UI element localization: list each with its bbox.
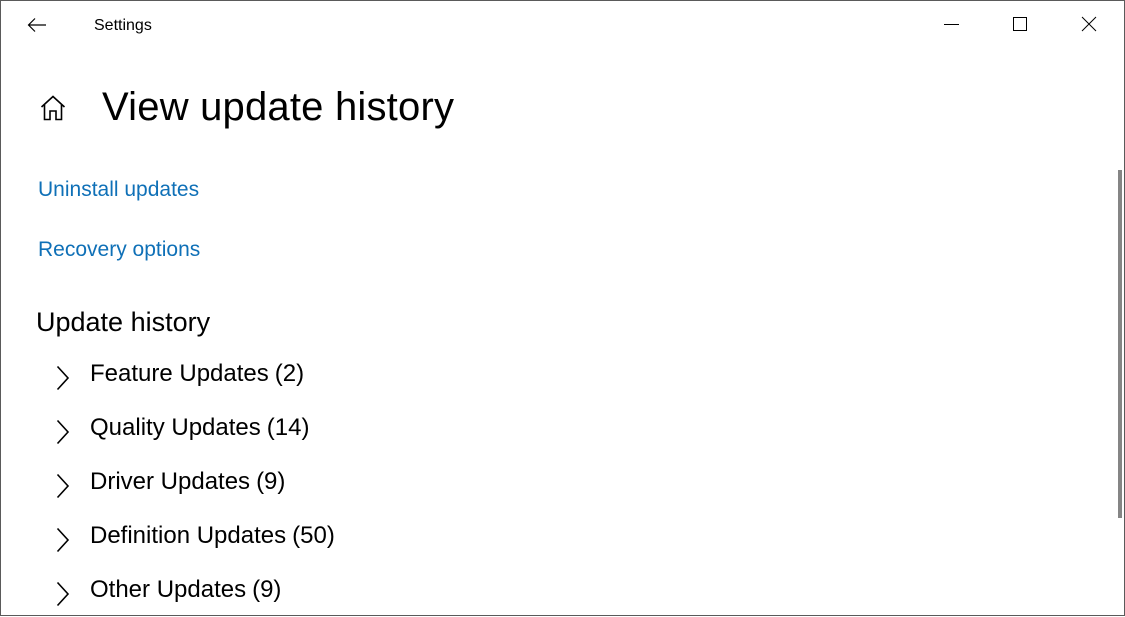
app-title: Settings bbox=[94, 17, 152, 34]
chevron-right-icon bbox=[49, 579, 77, 609]
maximize-icon bbox=[1012, 16, 1028, 37]
minimize-button[interactable] bbox=[917, 1, 985, 51]
quality-updates-group[interactable]: Quality Updates (14) bbox=[49, 401, 335, 455]
maximize-button[interactable] bbox=[986, 1, 1054, 51]
title-bar: Settings bbox=[1, 1, 1124, 53]
update-history-heading: Update history bbox=[36, 307, 211, 337]
group-name: Quality Updates bbox=[90, 414, 261, 441]
feature-updates-group[interactable]: Feature Updates (2) bbox=[49, 347, 335, 401]
group-label: Feature Updates (2) bbox=[90, 360, 304, 388]
group-name: Definition Updates bbox=[90, 522, 287, 549]
vertical-scrollbar[interactable] bbox=[1118, 170, 1122, 518]
back-button[interactable] bbox=[15, 9, 59, 45]
group-name: Feature Updates bbox=[90, 360, 269, 387]
home-icon bbox=[39, 94, 67, 127]
chevron-right-icon bbox=[49, 417, 77, 447]
group-name: Driver Updates bbox=[90, 468, 251, 495]
group-label: Definition Updates (50) bbox=[90, 522, 335, 550]
close-icon bbox=[1081, 16, 1097, 37]
driver-updates-group[interactable]: Driver Updates (9) bbox=[49, 455, 335, 509]
other-updates-group[interactable]: Other Updates (9) bbox=[49, 563, 335, 617]
minimize-icon bbox=[943, 16, 959, 37]
update-group-list: Feature Updates (2) Quality Updates (14) D… bbox=[49, 347, 335, 617]
group-label: Quality Updates (14) bbox=[90, 414, 309, 442]
home-button[interactable] bbox=[37, 94, 69, 126]
group-label: Driver Updates (9) bbox=[90, 468, 285, 496]
group-count: (2) bbox=[274, 360, 305, 387]
close-button[interactable] bbox=[1055, 1, 1123, 51]
chevron-right-icon bbox=[49, 471, 77, 501]
page-title: View update history bbox=[102, 85, 455, 129]
group-name: Other Updates bbox=[90, 576, 247, 603]
chevron-right-icon bbox=[49, 525, 77, 555]
recovery-options-link[interactable]: Recovery options bbox=[38, 238, 200, 262]
settings-window: Settings View update history Uninstall u… bbox=[0, 0, 1125, 616]
group-label: Other Updates (9) bbox=[90, 576, 281, 604]
back-arrow-icon bbox=[27, 17, 47, 38]
uninstall-updates-link[interactable]: Uninstall updates bbox=[38, 178, 199, 202]
group-count: (14) bbox=[266, 414, 310, 441]
definition-updates-group[interactable]: Definition Updates (50) bbox=[49, 509, 335, 563]
chevron-right-icon bbox=[49, 363, 77, 393]
group-count: (9) bbox=[252, 576, 282, 603]
group-count: (9) bbox=[256, 468, 286, 495]
group-count: (50) bbox=[292, 522, 335, 549]
